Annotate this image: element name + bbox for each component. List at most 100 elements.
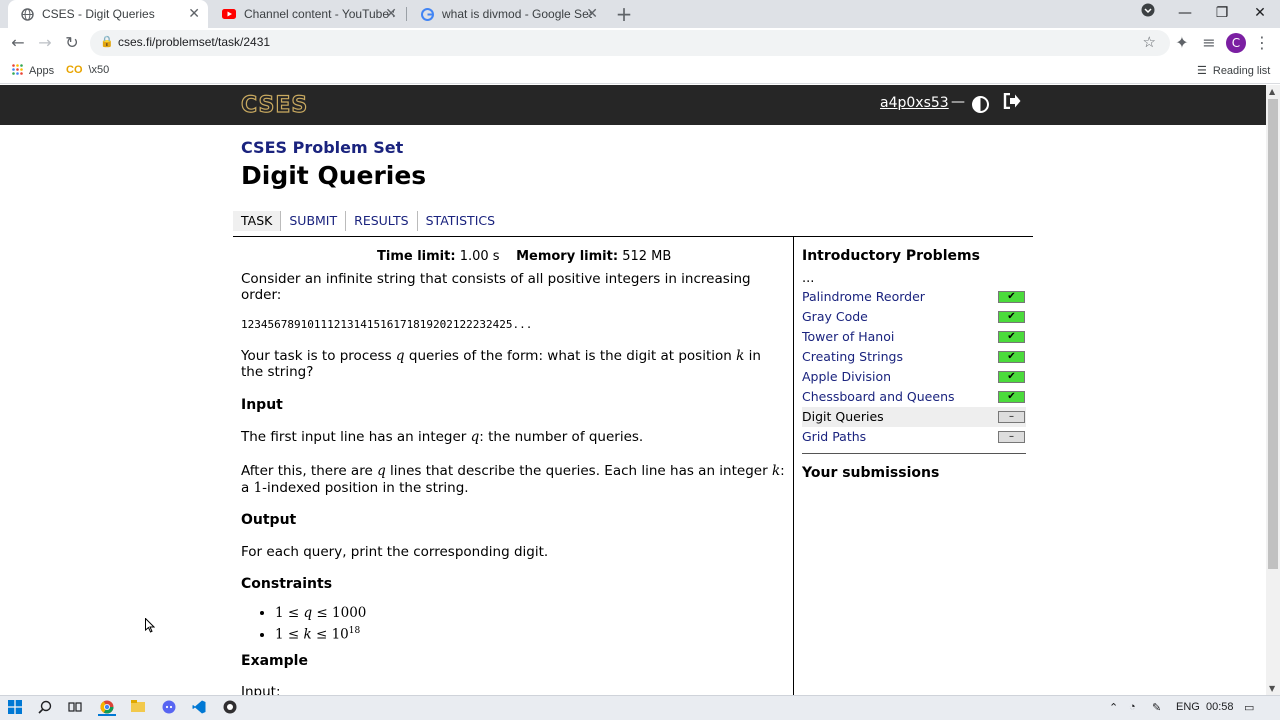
new-tab-plus-icon[interactable]: + [614,3,634,25]
chrome-taskbar-icon[interactable] [98,700,116,716]
bookmark-folder-icon: CO [66,64,83,76]
task-nav: TASK SUBMIT RESULTS STATISTICS [233,211,503,233]
forward-arrow-icon[interactable]: → [35,33,55,53]
username-link[interactable]: a4p0xs53 [880,95,949,111]
constraint-item: 1 ≤ k ≤ 1018 [275,623,366,643]
input-paragraph: The first input line has an integer q: t… [241,429,644,445]
column-divider [793,237,794,695]
example-heading: Example [241,653,308,669]
sidebar-title: Introductory Problems [802,248,980,264]
scrollbar-thumb[interactable] [1268,99,1278,569]
youtube-favicon [222,7,236,21]
tab-task[interactable]: TASK [233,211,282,231]
reload-icon[interactable]: ↻ [62,33,82,53]
pen-icon[interactable]: ✎ [1152,701,1161,714]
menu-kebab-icon[interactable]: ⋮ [1252,33,1272,53]
restore-icon[interactable]: ❐ [1207,2,1237,24]
dark-mode-toggle-icon[interactable] [972,96,989,113]
scroll-down-icon[interactable]: ▼ [1269,684,1275,693]
windows-taskbar: ⌃ ◔ ✎ ENG 00:58 ▭ [0,695,1280,720]
show-hidden-icons-chevron-icon[interactable]: ⌃ [1109,701,1118,714]
task-view-icon[interactable] [66,700,84,716]
close-tab-icon[interactable]: ✕ [188,6,200,22]
sidebar-item-creating-strings[interactable]: Creating Strings ✔ [802,347,1026,367]
time-limit-label: Time limit: [377,249,456,264]
google-favicon [420,7,434,21]
output-heading: Output [241,512,297,528]
language-indicator[interactable]: ENG [1176,701,1200,713]
page-scrollbar[interactable]: ▲ ▼ [1266,85,1280,695]
unsolved-dash-icon: – [998,431,1025,443]
windows-start-icon[interactable] [6,700,24,716]
browser-toolbar: ← → ↻ 🔒 cses.fi/problemset/task/2431 ☆ ✦… [0,28,1280,58]
file-explorer-icon[interactable] [129,700,147,716]
cses-favicon [20,7,34,21]
back-arrow-icon[interactable]: ← [8,33,28,53]
tab-statistics[interactable]: STATISTICS [418,211,503,231]
profile-avatar[interactable]: C [1226,33,1246,53]
sidebar-item-gray-code[interactable]: Gray Code ✔ [802,307,1026,327]
search-icon[interactable] [36,700,54,716]
sidebar-item-digit-queries[interactable]: Digit Queries – [802,407,1026,427]
logout-icon[interactable] [1003,92,1021,114]
sidebar-item-tower-of-hanoi[interactable]: Tower of Hanoi ✔ [802,327,1026,347]
input-heading: Input [241,397,283,413]
input-paragraph: After this, there are q lines that descr… [241,463,785,479]
media-queue-icon[interactable]: ≡ [1199,33,1219,53]
tab-search-icon[interactable] [1133,2,1163,24]
bookmark-x50[interactable]: CO \x50 [66,64,109,76]
site-title-link[interactable]: CSES Problem Set [241,138,403,157]
scroll-up-icon[interactable]: ▲ [1269,87,1275,96]
tab-title: what is divmod - Google Search [442,7,592,21]
discord-icon[interactable] [160,700,178,716]
sidebar-item-apple-division[interactable]: Apple Division ✔ [802,367,1026,387]
solved-check-icon: ✔ [998,371,1025,383]
output-paragraph: For each query, print the corresponding … [241,544,549,560]
constraints-list: 1 ≤ q ≤ 1000 1 ≤ k ≤ 1018 [261,605,366,643]
unsolved-dash-icon: – [998,411,1025,423]
close-tab-icon[interactable]: ✕ [586,6,598,22]
tab-cses-digit-queries[interactable]: CSES - Digit Queries ✕ [8,0,208,28]
sidebar-item-grid-paths[interactable]: Grid Paths – [802,427,1026,447]
sidebar-item-chessboard-and-queens[interactable]: Chessboard and Queens ✔ [802,387,1026,407]
your-submissions-heading: Your submissions [802,465,940,481]
notifications-icon[interactable]: ▭ [1244,701,1254,714]
bookmark-apps[interactable]: Apps [12,64,54,78]
tab-submit[interactable]: SUBMIT [281,211,347,231]
bookmark-star-icon[interactable]: ☆ [1143,33,1156,51]
network-icon[interactable]: ◔ [1129,701,1136,713]
solved-check-icon: ✔ [998,351,1025,363]
tab-title: CSES - Digit Queries [42,7,155,21]
input-paragraph-continued: a 1-indexed position in the string. [241,480,469,496]
obs-icon[interactable] [221,700,239,716]
close-window-icon[interactable]: ✕ [1245,2,1275,24]
tab-results[interactable]: RESULTS [346,211,418,231]
browser-tab-strip: CSES - Digit Queries ✕ Channel content -… [0,0,1280,28]
tab-youtube-studio[interactable]: Channel content - YouTube Studio ✕ [210,0,405,28]
solved-check-icon: ✔ [998,331,1025,343]
apps-grid-icon [12,64,23,78]
reading-list-icon: ☰ [1197,65,1207,77]
limits-line: Time limit: 1.00 s Memory limit: 512 MB [377,249,671,265]
cses-header: CSES a4p0xs53 — [0,85,1266,125]
address-bar[interactable]: 🔒 cses.fi/problemset/task/2431 ☆ [90,30,1170,56]
url-text[interactable]: cses.fi/problemset/task/2431 [118,35,270,49]
bookmark-label: \x50 [88,64,110,76]
constraint-item: 1 ≤ q ≤ 1000 [275,605,366,623]
cses-logo[interactable]: CSES [240,92,308,118]
tab-google-search[interactable]: what is divmod - Google Search ✕ [408,0,606,28]
vscode-icon[interactable] [190,700,208,716]
minimize-icon[interactable]: — [1170,2,1200,24]
close-tab-icon[interactable]: ✕ [385,6,397,22]
lock-icon[interactable]: 🔒 [100,35,114,48]
sidebar-ellipsis: ... [802,271,815,286]
header-dash: — [951,94,965,110]
statement-paragraph: Your task is to process q queries of the… [241,348,761,380]
sidebar-item-palindrome-reorder[interactable]: Palindrome Reorder ✔ [802,287,1026,307]
solved-check-icon: ✔ [998,311,1025,323]
tab-separator [406,7,407,21]
digit-sequence: 1234567891011121314151617181920212223242… [241,318,533,331]
reading-list-button[interactable]: ☰ Reading list [1197,64,1270,78]
clock[interactable]: 00:58 [1206,701,1234,713]
extensions-puzzle-icon[interactable]: ✦ [1172,33,1192,53]
